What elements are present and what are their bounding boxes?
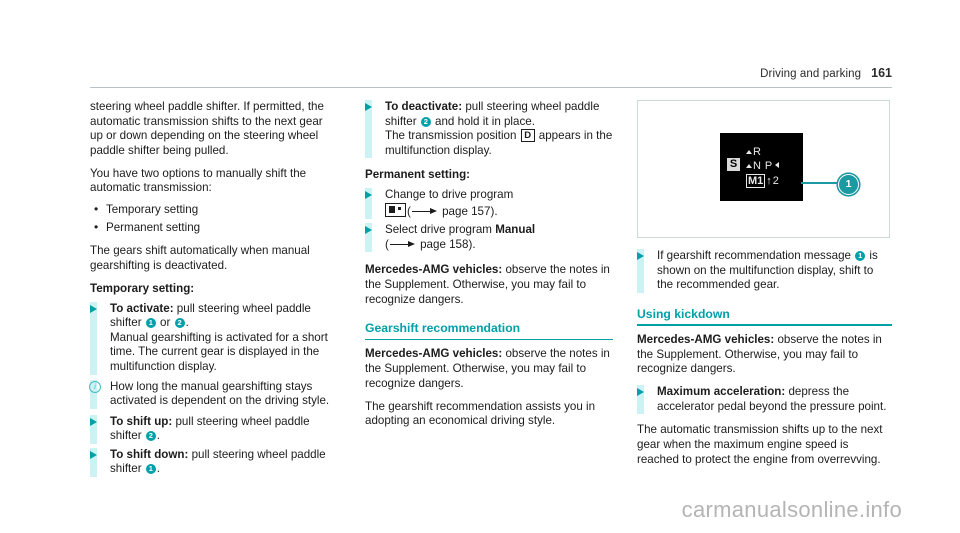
info-icon: i — [89, 380, 101, 393]
callout-leader-line — [801, 182, 843, 184]
drive-program-name: Manual — [495, 223, 536, 237]
bullet-triangle-icon — [90, 450, 97, 459]
display-upshift-arrow-icon: ↑ — [766, 175, 772, 187]
header-section-title: Driving and parking — [760, 68, 862, 80]
bullet-triangle-icon — [365, 190, 372, 199]
cross-reference-page: page 158). — [416, 237, 476, 251]
left-triangle-icon — [774, 162, 779, 168]
paragraph-amg-note: Mercedes-AMG vehicles: observe the notes… — [365, 263, 613, 307]
page-header: Driving and parking 161 — [90, 66, 892, 88]
instruction-to-activate: To activate: pull steering wheel paddle … — [90, 301, 338, 375]
instruction-lead: To shift up: — [110, 414, 173, 428]
display-current-gear: M1 — [746, 174, 766, 188]
instruction-detail: The transmission position — [385, 129, 520, 143]
display-row-neutral-park: N P — [746, 159, 779, 174]
instruction-lead: To activate: — [110, 301, 174, 315]
display-s-indicator: S — [727, 158, 740, 171]
callout-marker-1: 1 — [838, 174, 859, 195]
bullet-triangle-icon — [365, 103, 372, 111]
section-gearshift-recommendation: Gearshift recommendation — [365, 321, 613, 341]
paragraph-two-options: You have two options to manually shift t… — [90, 166, 307, 195]
instruction-text: . — [185, 316, 189, 330]
display-gear-r: R — [753, 146, 762, 158]
instruction-to-shift-up: To shift up: pull steering wheel paddle … — [90, 414, 338, 445]
up-triangle-icon — [746, 164, 752, 168]
reference-paren: ( — [407, 204, 411, 218]
up-triangle-icon — [746, 150, 752, 154]
reference-paren: ( — [385, 237, 389, 251]
bullet-triangle-icon — [637, 252, 644, 260]
instruction-lead: To deactivate: — [385, 100, 463, 113]
page-number: 161 — [871, 66, 892, 80]
instruction-gearshift-message: If gearshift recommendation message 1 is… — [637, 249, 892, 293]
section-using-kickdown: Using kickdown — [637, 307, 892, 326]
amg-note-lead: Mercedes-AMG vehicles: — [365, 347, 503, 361]
paragraph-amg-note-2: Mercedes-AMG vehicles: observe the notes… — [365, 347, 613, 391]
list-item: Permanent setting — [90, 220, 338, 236]
instruction-to-deactivate: To deactivate: pull steering wheel paddl… — [365, 100, 613, 159]
instruction-text: . — [156, 429, 161, 443]
instruction-text: and hold it in place. — [431, 114, 535, 128]
cross-reference-page: page 157). — [438, 204, 498, 218]
instruction-text: . — [156, 462, 161, 476]
watermark: carmanualsonline.info — [681, 497, 902, 522]
instruction-text: or — [156, 316, 174, 330]
section-divider — [365, 338, 613, 341]
instruction-detail: Manual gearshifting is activated for a s… — [110, 330, 328, 373]
paragraph-gearshift-assist: The gearshift recommendation assists you… — [365, 399, 596, 428]
column-middle: To deactivate: pull steering wheel paddl… — [365, 100, 613, 437]
arrow-right-icon — [389, 240, 416, 248]
transmission-position-d-glyph: D — [520, 129, 535, 143]
instruction-maximum-acceleration: Maximum acceleration: depress the accele… — [637, 385, 892, 415]
callout-badge-2: 2 — [420, 116, 431, 127]
paragraph-amg-note: Mercedes-AMG vehicles: observe the notes… — [637, 333, 892, 377]
bullet-triangle-icon — [90, 304, 97, 313]
heading-temporary-setting: Temporary setting: — [90, 281, 195, 295]
info-note: i How long the manual gearshifting stays… — [89, 379, 338, 409]
callout-badge-1: 1 — [145, 318, 156, 329]
bullet-triangle-icon — [637, 388, 644, 397]
instruction-text: If gearshift recommendation message — [657, 249, 855, 262]
section-title: Gearshift recommendation — [365, 321, 521, 336]
instruction-select-drive-program: Select drive program Manual ( page 158). — [365, 223, 613, 253]
paragraph-auto-shift: The gears shift automatically when manua… — [90, 244, 310, 272]
section-title: Using kickdown — [637, 306, 730, 321]
paragraph-kickdown-final: The automatic transmission shifts up to … — [637, 423, 883, 466]
instruction-lead: Maximum acceleration: — [657, 385, 786, 399]
instruction-lead: To shift down: — [110, 447, 189, 461]
column-left: steering wheel paddle shifter. If permit… — [89, 100, 338, 481]
info-note-text: How long the manual gearshifting stays a… — [110, 379, 330, 408]
display-row-manual: M1 ↑2 — [746, 174, 779, 189]
instruction-text: Select drive program — [385, 223, 496, 237]
section-divider — [637, 324, 892, 326]
list-item: Temporary setting — [90, 202, 338, 218]
callout-badge-2: 2 — [145, 431, 156, 442]
manual-shift-options-list: Temporary setting Permanent setting — [90, 202, 338, 236]
display-row-reverse: R — [746, 145, 761, 160]
paragraph-intro: steering wheel paddle shifter. If permit… — [90, 100, 324, 157]
display-recommended-gear: 2 — [772, 175, 779, 187]
instruction-text: Change to drive program — [385, 187, 514, 201]
callout-badge-1: 1 — [855, 251, 866, 261]
instruction-to-shift-down: To shift down: pull steering wheel paddl… — [90, 447, 338, 478]
figure-multifunction-display: S R N P M1 ↑2 1 — [637, 100, 890, 238]
callout-badge-2: 2 — [174, 318, 185, 329]
manual-page: Driving and parking 161 steering wheel p… — [0, 0, 960, 533]
amg-note-lead: Mercedes-AMG vehicles: — [365, 263, 503, 277]
bullet-triangle-icon — [90, 417, 97, 426]
amg-note-lead: Mercedes-AMG vehicles: — [637, 332, 775, 346]
column-right: S R N P M1 ↑2 1 If gearshift recommendati… — [637, 100, 892, 476]
header-divider — [90, 87, 892, 88]
display-gear-p: P — [764, 160, 773, 172]
bullet-triangle-icon — [365, 226, 372, 235]
arrow-right-icon — [411, 207, 438, 215]
heading-permanent-setting: Permanent setting: — [365, 168, 471, 182]
drive-program-icon — [385, 202, 406, 217]
multifunction-display-graphic: S R N P M1 ↑2 — [720, 133, 803, 201]
instruction-change-drive-program: Change to drive program ( page 157). — [365, 187, 613, 220]
callout-badge-1: 1 — [145, 464, 156, 475]
